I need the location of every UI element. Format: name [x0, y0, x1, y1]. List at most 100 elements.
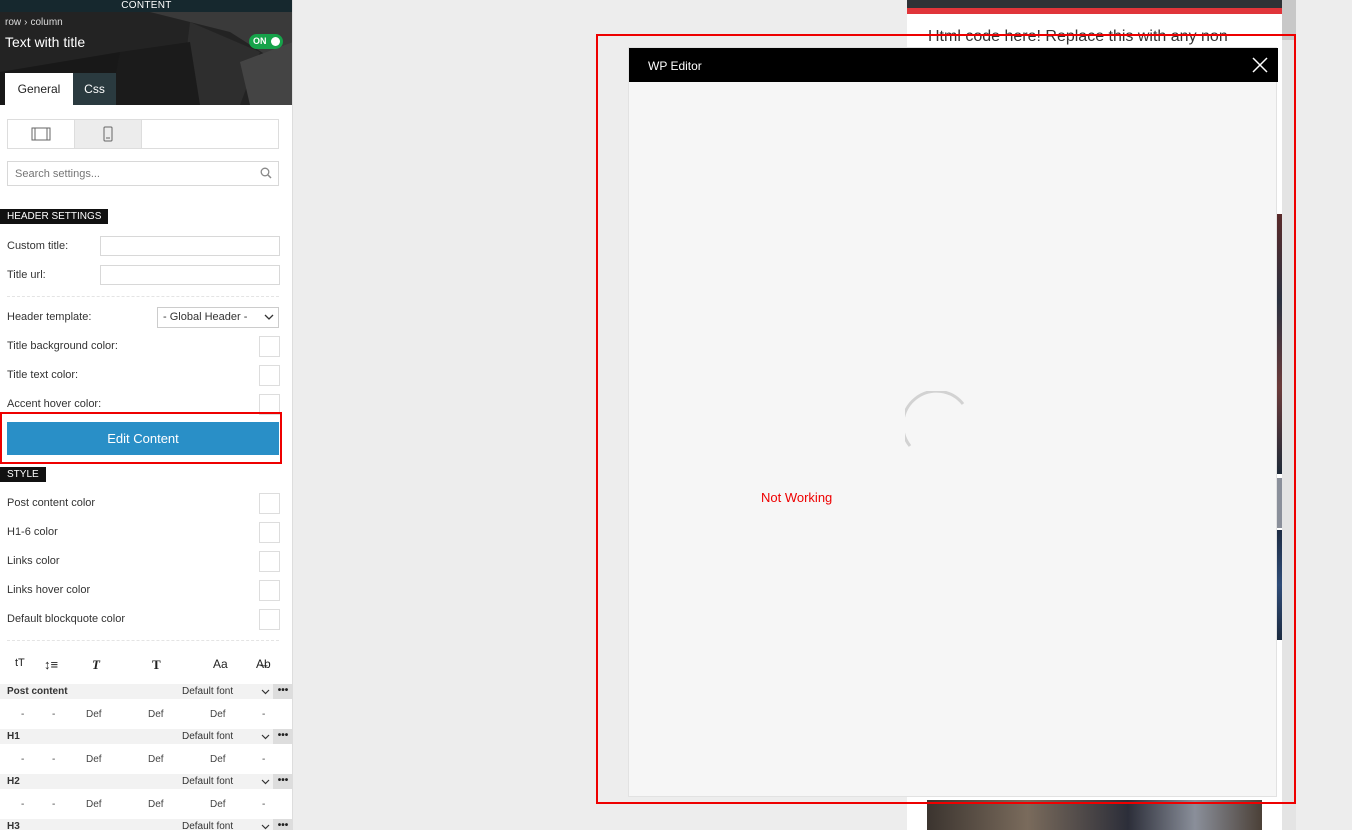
- font-style-select[interactable]: Def: [86, 709, 102, 720]
- font-size-value[interactable]: -: [21, 709, 24, 720]
- more-options-button[interactable]: •••: [273, 819, 292, 830]
- font-row-h3: H3 Default font •••: [0, 819, 292, 830]
- font-family-select[interactable]: Default font: [182, 686, 233, 697]
- title-bg-color-picker[interactable]: [259, 336, 280, 357]
- title-text-color-label: Title text color:: [7, 369, 79, 381]
- panel-top-label: CONTENT: [0, 0, 292, 12]
- title-text-color-picker[interactable]: [259, 365, 280, 386]
- font-family-select[interactable]: Default font: [182, 776, 233, 787]
- font-row-name: H2: [7, 776, 20, 787]
- breadcrumb-column[interactable]: column: [30, 17, 62, 28]
- line-height-value[interactable]: -: [52, 754, 55, 765]
- font-sub-row: - - Def Def Def -: [0, 797, 292, 812]
- font-weight-select[interactable]: Def: [148, 754, 164, 765]
- font-weight-select[interactable]: Def: [148, 709, 164, 720]
- font-family-select[interactable]: Default font: [182, 821, 233, 830]
- title-url-field[interactable]: [100, 265, 280, 285]
- title-bg-color-label: Title background color:: [7, 340, 118, 352]
- title-url-label: Title url:: [7, 269, 46, 281]
- letter-spacing-icon[interactable]: A̶b: [256, 657, 271, 671]
- mobile-icon: [103, 126, 113, 142]
- on-toggle[interactable]: ON: [249, 34, 283, 49]
- element-title: Text with title: [5, 34, 86, 50]
- toggle-label: ON: [253, 36, 267, 46]
- blockquote-color-picker[interactable]: [259, 609, 280, 630]
- font-sub-row: - - Def Def Def -: [0, 707, 292, 722]
- search-input[interactable]: [8, 162, 258, 185]
- device-switcher: [7, 119, 279, 149]
- h1-6-color-picker[interactable]: [259, 522, 280, 543]
- tab-css[interactable]: Css: [73, 73, 116, 105]
- more-options-button[interactable]: •••: [273, 684, 292, 699]
- toggle-knob: [271, 37, 280, 46]
- custom-title-label: Custom title:: [7, 240, 69, 252]
- font-sub-row: - - Def Def Def -: [0, 752, 292, 767]
- style-section: STYLE: [0, 467, 46, 482]
- letter-spacing-value[interactable]: -: [262, 799, 265, 810]
- preview-image: [927, 800, 1262, 830]
- typography-icons: tT ↕≡ T T Aa A̶b: [7, 657, 287, 677]
- header-template-value: - Global Header -: [163, 311, 248, 323]
- highlight-box: [0, 412, 282, 464]
- tab-general[interactable]: General: [5, 73, 73, 105]
- chevron-down-icon: [261, 779, 270, 785]
- chevron-down-icon: [264, 314, 274, 320]
- font-weight-icon[interactable]: T: [152, 657, 161, 673]
- post-content-color-picker[interactable]: [259, 493, 280, 514]
- font-family-select[interactable]: Default font: [182, 731, 233, 742]
- h1-6-color-label: H1-6 color: [7, 526, 58, 538]
- header-template-label: Header template:: [7, 311, 92, 323]
- breadcrumb: row › column: [5, 17, 63, 28]
- text-transform-icon[interactable]: Aa: [213, 657, 228, 671]
- font-row-h1: H1 Default font •••: [0, 729, 292, 744]
- links-color-picker[interactable]: [259, 551, 280, 572]
- line-height-value[interactable]: -: [52, 799, 55, 810]
- more-options-button[interactable]: •••: [273, 774, 292, 789]
- header-template-select[interactable]: - Global Header -: [157, 307, 279, 328]
- search-settings: [7, 161, 279, 186]
- font-weight-select[interactable]: Def: [148, 799, 164, 810]
- font-size-value[interactable]: -: [21, 799, 24, 810]
- breadcrumb-separator: ›: [24, 17, 28, 28]
- divider: [7, 640, 279, 641]
- links-hover-color-label: Links hover color: [7, 584, 91, 596]
- preview-image: [907, 0, 1282, 8]
- font-size-value[interactable]: -: [21, 754, 24, 765]
- font-row-post-content: Post content Default font •••: [0, 684, 292, 699]
- text-transform-select[interactable]: Def: [210, 754, 226, 765]
- links-hover-color-picker[interactable]: [259, 580, 280, 601]
- font-row-name: Post content: [7, 686, 68, 697]
- font-style-select[interactable]: Def: [86, 799, 102, 810]
- line-height-value[interactable]: -: [52, 709, 55, 720]
- font-row-name: H3: [7, 821, 20, 830]
- font-row-name: H1: [7, 731, 20, 742]
- desktop-icon: [31, 127, 51, 141]
- header-settings-section: HEADER SETTINGS: [0, 209, 109, 224]
- accent-hover-color-label: Accent hover color:: [7, 398, 102, 410]
- divider: [7, 296, 279, 297]
- text-transform-select[interactable]: Def: [210, 709, 226, 720]
- chevron-down-icon: [261, 824, 270, 830]
- more-options-button[interactable]: •••: [273, 729, 292, 744]
- desktop-view-button[interactable]: [8, 120, 75, 148]
- font-row-h2: H2 Default font •••: [0, 774, 292, 789]
- font-style-icon[interactable]: T: [92, 657, 100, 673]
- blockquote-color-label: Default blockquote color: [7, 613, 126, 625]
- mobile-view-button[interactable]: [75, 120, 142, 148]
- chevron-down-icon: [261, 734, 270, 740]
- settings-panel: CONTENT row › column Text with title ON Ge…: [0, 0, 293, 830]
- font-style-select[interactable]: Def: [86, 754, 102, 765]
- preview-accent-bar: [907, 8, 1282, 14]
- letter-spacing-value[interactable]: -: [262, 754, 265, 765]
- search-icon[interactable]: [260, 167, 272, 179]
- letter-spacing-value[interactable]: -: [262, 709, 265, 720]
- links-color-label: Links color: [7, 555, 60, 567]
- font-size-icon[interactable]: tT: [15, 657, 25, 669]
- chevron-down-icon: [261, 689, 270, 695]
- text-transform-select[interactable]: Def: [210, 799, 226, 810]
- line-height-icon[interactable]: ↕≡: [44, 657, 58, 672]
- highlight-box: [596, 34, 1296, 804]
- custom-title-field[interactable]: [100, 236, 280, 256]
- post-content-color-label: Post content color: [7, 497, 96, 509]
- breadcrumb-row[interactable]: row: [5, 17, 21, 28]
